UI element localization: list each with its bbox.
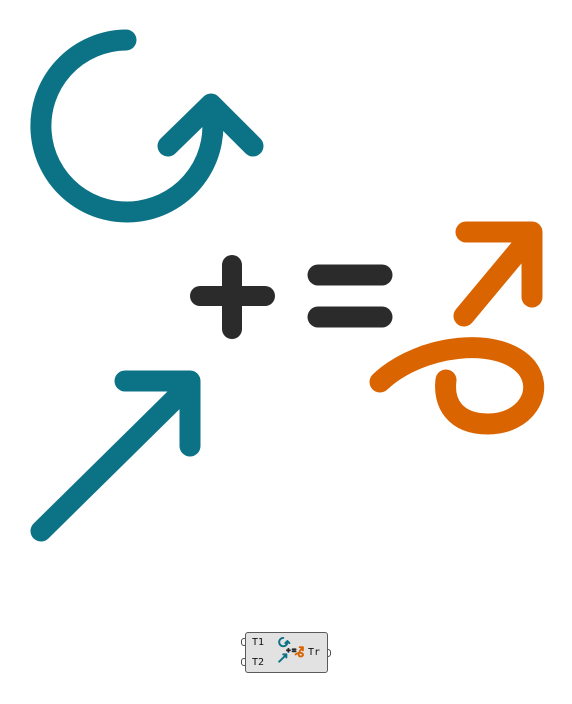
output-label-tr[interactable]: Tr [308,647,320,659]
component-body[interactable]: T1 T2 Tr [245,632,328,673]
input-label-t1[interactable]: T1 [252,637,264,649]
translation-arrow-icon [30,370,201,542]
compound-transform-illustration [30,29,545,542]
combined-transform-icon [369,221,545,435]
equals-icon [307,264,393,328]
compound-transform-icon [278,636,304,663]
rotation-arrow-icon [30,29,264,223]
compound-transform-component[interactable]: T1 T2 Tr [240,632,332,676]
input-label-t2[interactable]: T2 [252,657,264,669]
plus-icon [190,255,275,339]
